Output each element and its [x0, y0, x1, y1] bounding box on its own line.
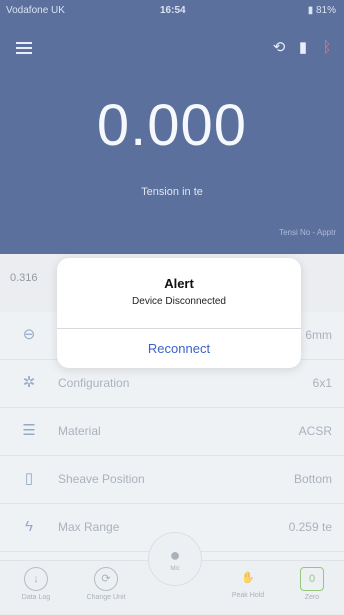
alert-title: Alert	[164, 276, 194, 291]
alert-dialog: Alert Device Disconnected Reconnect	[57, 258, 301, 368]
alert-message: Device Disconnected	[132, 296, 226, 307]
reconnect-button[interactable]: Reconnect	[57, 329, 301, 368]
